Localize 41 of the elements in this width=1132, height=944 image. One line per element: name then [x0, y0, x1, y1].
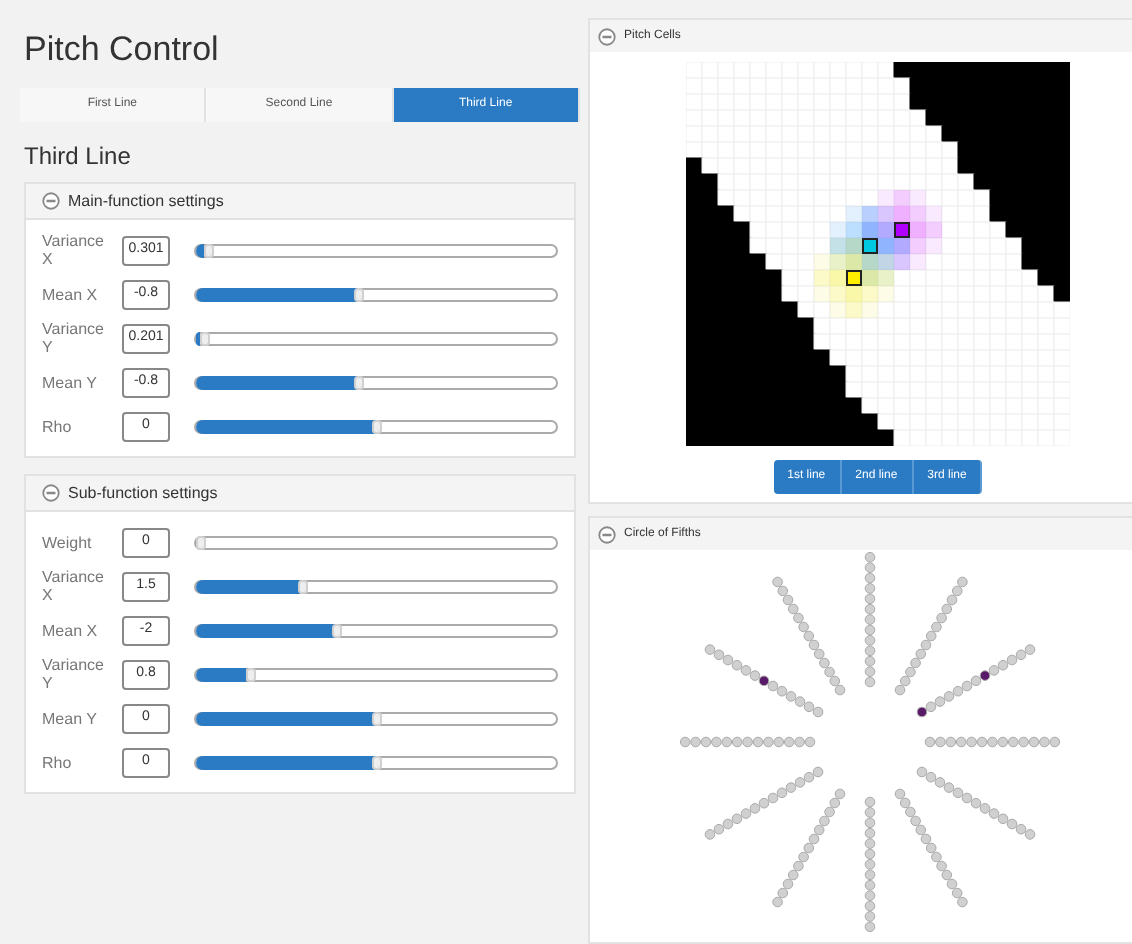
field-label: Mean Y: [42, 373, 99, 391]
field-label: Weight: [42, 533, 94, 551]
field-label: Variance X: [42, 568, 106, 604]
field-label: Variance Y: [42, 656, 106, 692]
slider-thumb[interactable]: [199, 331, 210, 345]
field-label: Variance X: [42, 232, 106, 268]
slider-thumb[interactable]: [371, 419, 381, 433]
slider-track[interactable]: [194, 623, 558, 637]
slider-track[interactable]: [194, 579, 558, 593]
slider-track[interactable]: [194, 331, 558, 345]
slider-thumb[interactable]: [353, 375, 364, 389]
slider-thumb[interactable]: [353, 287, 364, 301]
slider-track[interactable]: [194, 535, 558, 549]
slider-thumb[interactable]: [196, 535, 206, 549]
slider-track[interactable]: [194, 287, 558, 301]
slider-track[interactable]: [194, 243, 558, 257]
field-label: Rho: [42, 753, 74, 771]
field-label: Mean X: [42, 621, 100, 639]
collapse-icon[interactable]: [598, 525, 616, 543]
field-label: Variance Y: [42, 320, 106, 356]
slider-thumb[interactable]: [245, 667, 255, 681]
panel-header[interactable]: Sub-function settings: [26, 476, 574, 512]
slider-thumb[interactable]: [297, 579, 308, 593]
collapse-icon[interactable]: [42, 192, 60, 210]
section-heading: Third Line: [22, 140, 133, 174]
app-title: Pitch Control: [22, 28, 221, 72]
slider-track[interactable]: [194, 755, 558, 769]
field-label: Rho: [42, 417, 74, 435]
slider-thumb[interactable]: [332, 623, 343, 637]
collapse-icon[interactable]: [42, 484, 60, 502]
field-label: Mean X: [42, 285, 100, 303]
slider-track[interactable]: [194, 711, 558, 725]
panel-header[interactable]: Main-function settings: [26, 184, 574, 220]
slider-track[interactable]: [194, 419, 558, 433]
slider-thumb[interactable]: [371, 755, 381, 769]
slider-track[interactable]: [194, 375, 558, 389]
slider-thumb[interactable]: [371, 711, 381, 725]
field-label: Mean Y: [42, 709, 99, 727]
slider-thumb[interactable]: [203, 243, 213, 257]
slider-track[interactable]: [194, 667, 558, 681]
collapse-icon[interactable]: [598, 27, 616, 45]
